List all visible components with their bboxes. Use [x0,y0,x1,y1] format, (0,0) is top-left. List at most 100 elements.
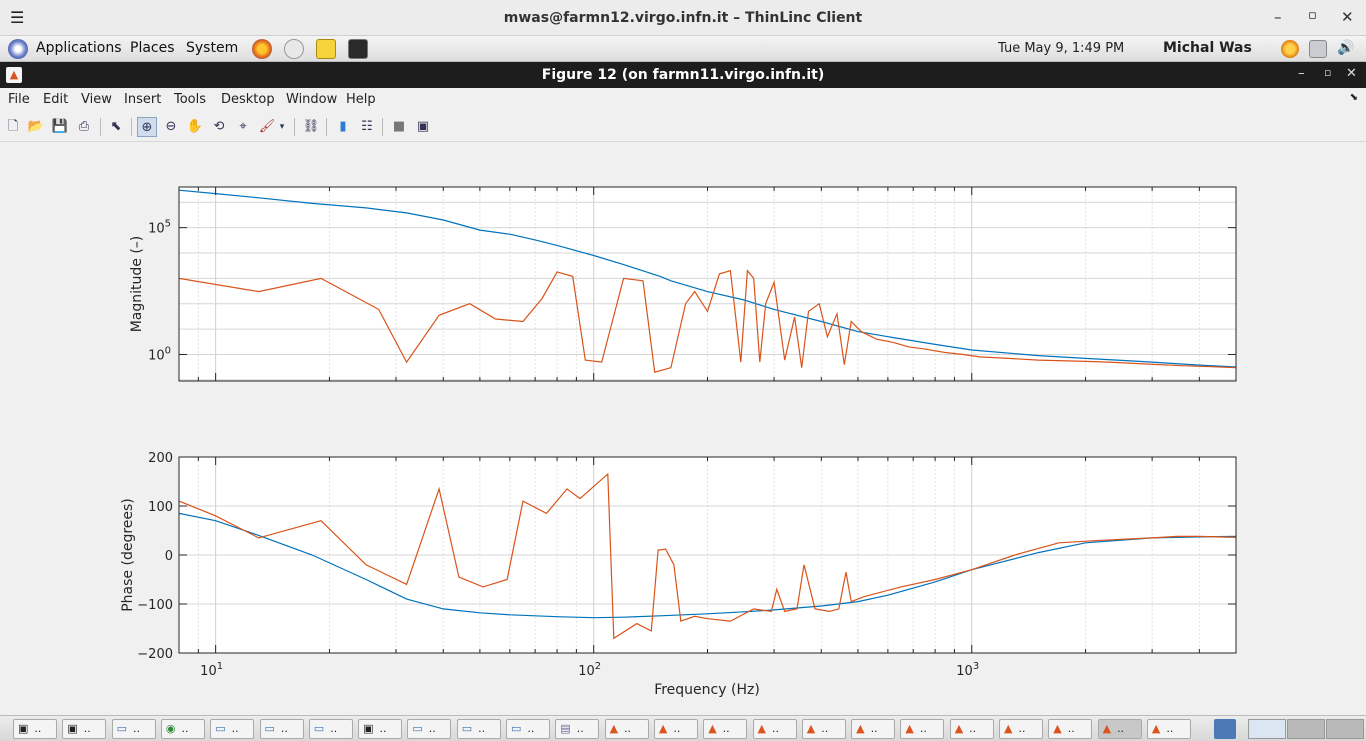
figure-menubar: File Edit View Insert Tools Desktop Wind… [0,88,1366,112]
print-icon[interactable]: ⎙ [74,117,94,137]
figure-close-button[interactable]: ✕ [1346,66,1357,81]
matlab-icon: ▲ [1151,722,1161,735]
taskbar-window-button[interactable]: ◉.. [160,719,205,739]
taskbar-window-button[interactable]: ▣.. [13,719,57,739]
client-minimize-button[interactable]: – [1274,8,1282,26]
matlab-icon: ▲ [1053,722,1062,735]
figure-minimize-button[interactable]: – [1298,66,1305,81]
taskbar-window-button[interactable]: ▭.. [407,719,452,739]
applications-menu[interactable]: Applications [36,40,122,56]
taskbar-window-button[interactable]: ▲.. [1097,719,1142,739]
client-close-button[interactable]: ✕ [1341,8,1354,26]
magnitude-axes[interactable]: 100105 Magnitude (–) [129,186,1237,382]
matlab-icon: ▲ [1004,722,1013,735]
taskbar-window-label: .. [576,722,584,735]
matlab-icon: ▲ [1102,722,1112,735]
menu-window[interactable]: Window [286,92,337,107]
bode-plot-svg: 100105 Magnitude (–) −200−1000100200101 1… [120,186,1237,698]
data-cursor-icon[interactable]: ⌖ [233,117,253,137]
taskbar-window-button[interactable]: ▲.. [949,719,994,739]
mail-icon[interactable] [284,39,304,59]
link-plot-icon[interactable]: ⛓ [301,117,321,137]
matlab-icon: ▲ [856,722,865,735]
taskbar-window-button[interactable]: ▲.. [1146,719,1191,739]
menu-help[interactable]: Help [346,92,376,107]
workspace-1[interactable] [1248,719,1286,739]
taskbar-window-button[interactable]: ▲.. [703,719,748,739]
x-tick-label: 101 [200,661,223,679]
taskbar-window-button[interactable]: ▭.. [111,719,156,739]
pan-icon[interactable]: ✋ [185,117,205,137]
taskbar-window-label: .. [1067,722,1075,735]
menu-insert[interactable]: Insert [124,92,161,107]
brush-menu-chevron-down-icon[interactable]: ▾ [276,117,288,137]
taskbar-window-button[interactable]: ▲.. [653,719,698,739]
open-file-icon[interactable]: 📂 [26,117,46,137]
taskbar-window-label: .. [771,722,779,735]
terminal-icon: ▣ [363,722,374,735]
menu-tools[interactable]: Tools [174,92,206,107]
zoom-in-icon[interactable]: ⊕ [137,117,157,137]
menu-file-label: File [8,92,30,107]
show-desktop-icon[interactable] [1214,719,1236,739]
weather-icon[interactable] [1281,40,1299,58]
taskbar-window-button[interactable]: ▭.. [210,719,255,739]
legend-icon[interactable]: ☷ [357,117,377,137]
figure-toolbar: 🗋 📂 💾 ⎙ ⬉ ⊕ ⊖ ✋ ⟲ ⌖ 🖌 ▾ ⛓ ▮ ☷ ■ ▣ [0,112,1366,142]
panel-user-name[interactable]: Michal Was [1163,40,1252,56]
panel-clock[interactable]: Tue May 9, 1:49 PM [998,41,1124,56]
taskbar-window-button[interactable]: ▲.. [752,719,797,739]
workspace-3[interactable] [1326,719,1364,739]
show-plot-tools-icon[interactable]: ▣ [413,117,433,137]
system-menu[interactable]: System [186,40,238,56]
terminal-icon[interactable] [348,39,368,59]
save-icon[interactable]: 💾 [50,117,70,137]
taskbar-window-button[interactable]: ▣.. [62,719,107,739]
hide-plot-tools-icon[interactable]: ■ [389,117,409,137]
taskbar-window-label: .. [919,722,927,735]
taskbar-window-button[interactable]: ▭.. [259,719,304,739]
y-tick-label-exp: 5 [165,219,171,230]
figure-maximize-button[interactable]: ▫ [1324,66,1331,79]
new-figure-icon[interactable]: 🗋 [3,117,23,137]
rotate-3d-icon[interactable]: ⟲ [209,117,229,137]
menu-edit[interactable]: Edit [43,92,68,107]
taskbar-window-button[interactable]: ▤.. [555,719,600,739]
menu-desktop[interactable]: Desktop [221,92,275,107]
menu-tools-label: Tools [174,92,207,107]
taskbar-window-button[interactable]: ▭.. [308,719,353,739]
matlab-icon: ▲ [905,722,914,735]
edit-plot-icon[interactable]: ⬉ [106,117,126,137]
menu-view[interactable]: View [81,92,112,107]
taskbar-window-label: .. [478,722,486,735]
dock-figure-icon[interactable]: ⬊ [1350,92,1358,103]
taskbar-window-button[interactable]: ▲.. [900,719,945,739]
phase-axes[interactable]: −200−1000100200101 102 103 Phase (degrees)… [120,451,1237,698]
firefox-icon[interactable] [252,39,272,59]
taskbar-window-button[interactable]: ▲.. [999,719,1043,739]
places-menu[interactable]: Places [130,40,175,56]
workspace-2[interactable] [1287,719,1325,739]
volume-icon[interactable]: 🔊 [1337,40,1355,58]
taskbar-window-button[interactable]: ▲.. [1048,719,1093,739]
gnome-foot-icon [8,39,28,59]
brush-icon[interactable]: 🖌 [257,117,277,137]
menu-view-label: View [81,92,112,107]
terminal-icon: ▣ [67,722,78,735]
notes-icon[interactable] [316,39,336,59]
taskbar-window-button[interactable]: ▭.. [506,719,550,739]
colorbar-icon[interactable]: ▮ [333,117,353,137]
taskbar-window-label: .. [1166,722,1174,735]
taskbar-window-button[interactable]: ▲.. [851,719,896,739]
taskbar-window-button[interactable]: ▲.. [604,719,649,739]
x-tick-label: 103 [956,661,979,679]
taskbar-window-button[interactable]: ▣.. [358,719,403,739]
taskbar-window-button[interactable]: ▭.. [456,719,501,739]
matlab-icon: ▲ [806,722,816,735]
taskbar-window-button[interactable]: ▲.. [801,719,846,739]
matlab-icon: ▲ [708,722,717,735]
client-maximize-button[interactable]: ▫ [1308,8,1317,23]
menu-file[interactable]: File [8,92,30,107]
zoom-out-icon[interactable]: ⊖ [161,117,181,137]
network-icon[interactable] [1309,40,1327,58]
